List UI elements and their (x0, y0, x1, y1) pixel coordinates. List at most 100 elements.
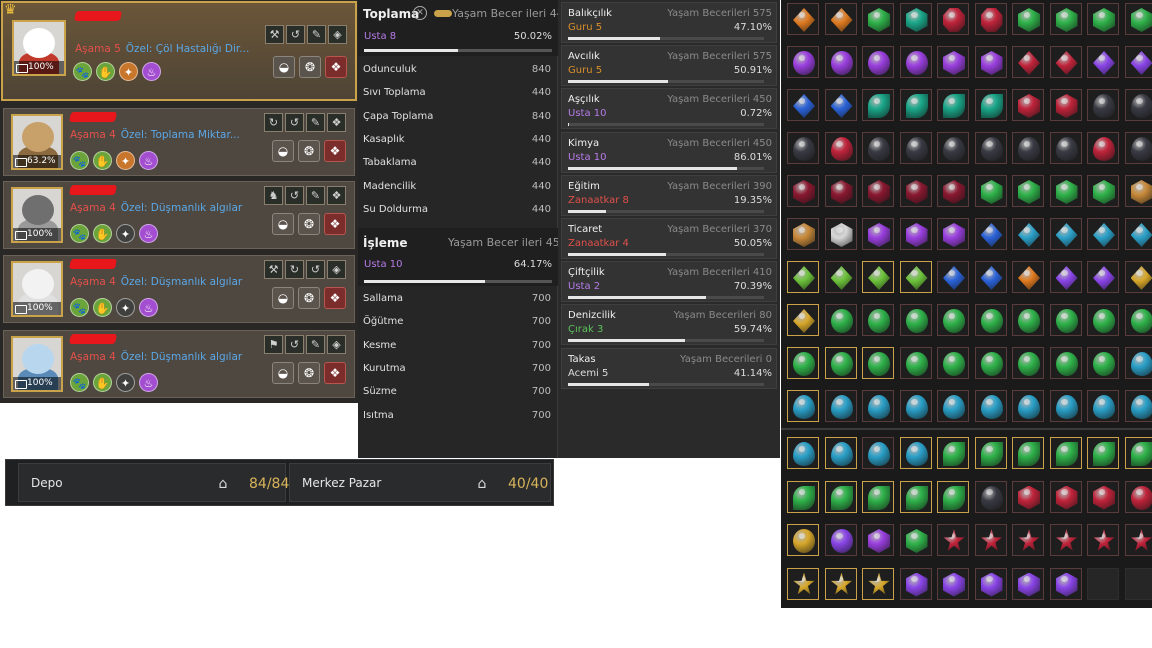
inventory-slot[interactable] (937, 3, 969, 35)
inventory-slot[interactable] (1012, 390, 1044, 422)
life-skill-card[interactable]: Eğitim Yaşam Becerileri 390 Zanaatkar 8 19.… (561, 174, 777, 216)
life-skill-card[interactable]: Aşçılık Yaşam Becerileri 450 Usta 10 0.72% (561, 88, 777, 130)
inventory-slot[interactable] (1087, 46, 1119, 78)
inventory-slot[interactable] (1012, 132, 1044, 164)
inventory-slot[interactable] (899, 89, 932, 121)
inventory-slot[interactable] (1049, 3, 1082, 35)
inventory-slot[interactable] (1124, 3, 1152, 35)
inventory-slot[interactable] (862, 480, 894, 513)
pet-portrait[interactable]: 100% (11, 187, 63, 243)
life-skill-card[interactable]: Takas Yaşam Becerileri 0 Acemi 5 41.14% (561, 347, 777, 389)
inventory-slot[interactable] (787, 218, 819, 250)
storage-central-market[interactable]: Merkez Pazar ⌂ 40/40 (289, 463, 551, 502)
inventory-slot[interactable] (1124, 524, 1152, 556)
paw-icon[interactable]: ❂ (298, 287, 320, 309)
feed-bowl-icon[interactable]: ◒ (272, 213, 294, 235)
inventory-slot[interactable] (1012, 218, 1044, 250)
inventory-slot[interactable] (1087, 524, 1119, 556)
storage-depo[interactable]: Depo ⌂ 84/84 (18, 463, 289, 502)
inventory-slot[interactable] (974, 89, 1007, 121)
inventory-slot[interactable] (1124, 437, 1152, 469)
inventory-slot[interactable] (862, 261, 894, 293)
empty-slot[interactable] (1124, 567, 1152, 600)
inventory-slot[interactable] (824, 261, 857, 293)
inventory-slot[interactable] (824, 3, 857, 35)
inventory-slot[interactable] (899, 480, 932, 513)
inventory-slot[interactable] (937, 347, 969, 379)
inventory-slot[interactable] (899, 261, 932, 293)
inventory-slot[interactable] (1012, 480, 1044, 513)
inventory-slot[interactable] (899, 46, 932, 78)
inventory-slot[interactable] (862, 3, 894, 35)
inventory-slot[interactable] (974, 261, 1007, 293)
life-skill-card[interactable]: Avcılık Yaşam Becerileri 575 Guru 5 50.91% (561, 45, 777, 87)
inventory-slot[interactable] (899, 175, 932, 207)
release-icon[interactable]: ❖ (324, 213, 346, 235)
inventory-slot[interactable] (899, 524, 932, 556)
inventory-slot[interactable] (787, 89, 819, 121)
inventory-slot[interactable] (824, 567, 857, 600)
inventory-slot[interactable] (937, 480, 969, 513)
inventory-slot[interactable] (824, 218, 857, 250)
inventory-slot[interactable] (1049, 567, 1082, 600)
pet-card[interactable]: 63.2% Aşama 4 Özel: Toplama Miktar... 🐾 ✋ ✦ ♨ ↻… (3, 108, 355, 176)
inventory-slot[interactable] (1124, 390, 1152, 422)
inventory-slot[interactable] (1049, 437, 1082, 469)
inventory-slot[interactable] (1087, 89, 1119, 121)
inventory-slot[interactable] (974, 390, 1007, 422)
inventory-slot[interactable] (787, 3, 819, 35)
life-skill-card[interactable]: Denizcilik Yaşam Becerileri 80 Çırak 3 59.7… (561, 304, 777, 346)
inventory-slot[interactable] (1012, 524, 1044, 556)
inventory-slot[interactable] (862, 524, 894, 556)
inventory-slot[interactable] (824, 347, 857, 379)
inventory-slot[interactable] (937, 89, 969, 121)
inventory-slot[interactable] (1012, 261, 1044, 293)
inventory-slot[interactable] (1049, 347, 1082, 379)
inventory-slot[interactable] (1124, 175, 1152, 207)
inventory-slot[interactable] (1049, 175, 1082, 207)
inventory-slot[interactable] (937, 567, 969, 600)
inventory-slot[interactable] (787, 524, 819, 556)
inventory-slot[interactable] (1124, 480, 1152, 513)
empty-slot[interactable] (1087, 567, 1119, 600)
inventory-slot[interactable] (974, 347, 1007, 379)
paw-icon[interactable]: ❂ (298, 362, 320, 384)
inventory-slot[interactable] (974, 524, 1007, 556)
pet-card[interactable]: 100% Aşama 4 Özel: Düşmanlık algılar 🐾 ✋ ✦ ♨ ⚑ ↺… (3, 330, 355, 398)
pet-portrait[interactable]: 100% (11, 336, 63, 392)
inventory-slot[interactable] (1012, 347, 1044, 379)
inventory-slot[interactable] (937, 218, 969, 250)
inventory-slot[interactable] (899, 3, 932, 35)
inventory-slot[interactable] (1124, 89, 1152, 121)
inventory-slot[interactable] (1124, 132, 1152, 164)
inventory-slot[interactable] (899, 567, 932, 600)
inventory-slot[interactable] (824, 46, 857, 78)
inventory-slot[interactable] (862, 89, 894, 121)
inventory-slot[interactable] (1124, 347, 1152, 379)
inventory-slot[interactable] (1087, 480, 1119, 513)
inventory-slot[interactable] (1012, 437, 1044, 469)
inventory-slot[interactable] (824, 524, 857, 556)
pet-card[interactable]: 100% Aşama 4 Özel: Düşmanlık algılar 🐾 ✋ ✦ ♨ ⚒ ↻… (3, 255, 355, 323)
inventory-slot[interactable] (974, 567, 1007, 600)
inventory-slot[interactable] (862, 218, 894, 250)
inventory-slot[interactable] (1049, 480, 1082, 513)
inventory-slot[interactable] (1087, 218, 1119, 250)
inventory-slot[interactable] (1049, 261, 1082, 293)
inventory-slot[interactable] (1049, 218, 1082, 250)
feed-bowl-icon[interactable]: ◒ (272, 362, 294, 384)
inventory-slot[interactable] (1049, 390, 1082, 422)
inventory-slot[interactable] (1087, 437, 1119, 469)
inventory-slot[interactable] (1124, 46, 1152, 78)
inventory-slot[interactable] (937, 437, 969, 469)
feed-bowl-icon[interactable]: ◒ (272, 140, 294, 162)
inventory-slot[interactable] (974, 46, 1007, 78)
feed-bowl-icon[interactable]: ◒ (272, 287, 294, 309)
inventory-slot[interactable] (937, 175, 969, 207)
pet-card[interactable]: 100% Aşama 4 Özel: Düşmanlık algılar 🐾 ✋ ✦ ♨ ♞ ↺… (3, 181, 355, 249)
inventory-slot[interactable] (937, 524, 969, 556)
inventory-slot[interactable] (899, 390, 932, 422)
inventory-slot[interactable] (1049, 304, 1082, 336)
inventory-slot[interactable] (937, 46, 969, 78)
feed-bowl-icon[interactable]: ◒ (273, 56, 295, 78)
